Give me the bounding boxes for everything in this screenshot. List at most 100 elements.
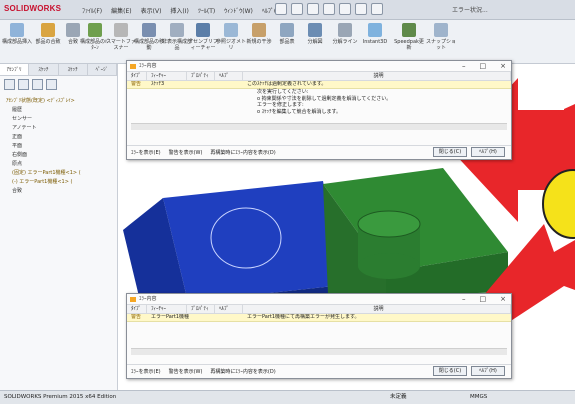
window-controls: – □ ×	[462, 294, 506, 305]
col-feature[interactable]: ﾌｨｰﾁｬｰ	[147, 72, 187, 80]
error-dialog-top: ｴﾗｰ内容 – □ × ﾀｲﾌﾟ ﾌｨｰﾁｬｰ ﾌﾟﾛﾊﾟﾃｨ ﾍﾙﾌﾟ 説明 …	[126, 60, 512, 160]
tree-item-top-plane[interactable]: 平面	[0, 142, 117, 151]
col-feature[interactable]: ﾌｨｰﾁｬｰ	[147, 305, 187, 313]
show-errors-checkbox[interactable]: ｴﾗｰを表示(E)	[131, 365, 161, 378]
tree-item-annotations[interactable]: アノテート	[0, 124, 117, 133]
save-icon[interactable]	[307, 3, 319, 15]
menu-window[interactable]: ｳｨﾝﾄﾞｳ(W)	[224, 6, 253, 15]
ribbon-label: 分解図	[307, 39, 323, 45]
bom-icon	[280, 23, 294, 37]
blue-block-top[interactable]	[163, 181, 343, 302]
menu-insert[interactable]: 挿入(I)	[170, 6, 188, 15]
reference-geometry-button[interactable]: 参照ジオメトリ	[216, 23, 246, 51]
tree-item-sensors[interactable]: センサー	[0, 115, 117, 124]
assembly-feature-button[interactable]: アセンブリフィーチャー	[188, 23, 218, 51]
col-description[interactable]: 説明	[243, 72, 511, 80]
error-row[interactable]: 警告 エラーPart1機種 エラーPart1機種にて再構築エラーが発生します。	[127, 314, 511, 322]
component-pattern-icon	[88, 23, 102, 37]
cylinder-boss-base	[358, 253, 420, 279]
col-description[interactable]: 説明	[243, 305, 511, 313]
maximize-icon[interactable]: □	[480, 61, 487, 72]
snapshot-button[interactable]: スナップショット	[426, 23, 456, 51]
display-manager-icon[interactable]	[46, 79, 57, 90]
show-errors-checkbox[interactable]: ｴﾗｰを表示(E)	[131, 146, 161, 159]
feature-manager-icon[interactable]	[4, 79, 15, 90]
ribbon-label: 合致	[67, 39, 78, 45]
open-icon[interactable]	[291, 3, 303, 15]
close-icon[interactable]: ×	[500, 294, 506, 305]
close-button[interactable]: 閉じる(C)	[433, 366, 467, 376]
minimize-icon[interactable]: –	[462, 61, 466, 72]
search-box[interactable]: エラー状況...	[452, 5, 488, 14]
quick-access-toolbar	[275, 3, 383, 15]
speedpak-button[interactable]: Speedpak更新	[394, 23, 424, 51]
insert-component-icon	[10, 23, 24, 37]
new-icon[interactable]	[275, 3, 287, 15]
tab-sketch-2[interactable]: ｽｹｯﾁ	[59, 64, 88, 75]
tree-item-origin[interactable]: 原点	[0, 160, 117, 169]
tree-item-part-fixed[interactable]: (固定) エラーPart1機種<1> (	[0, 169, 117, 178]
col-type[interactable]: ﾀｲﾌﾟ	[127, 305, 147, 313]
bom-button[interactable]: 部品表	[272, 23, 302, 45]
tree-item-right-plane[interactable]: 右側面	[0, 151, 117, 160]
explode-line-icon	[338, 23, 352, 37]
tab-assembly[interactable]: ｱｾﾝﾌﾞﾘ	[0, 64, 30, 75]
close-icon[interactable]: ×	[500, 61, 506, 72]
show-warnings-checkbox[interactable]: 警告を表示(W)	[169, 365, 203, 378]
error-row[interactable]: 警告 ｽｹｯﾁ3 このｽｹｯﾁは過剰定義されています。	[127, 81, 511, 89]
minimize-icon[interactable]: –	[462, 294, 466, 305]
ribbon-label: 部品の合致	[35, 39, 61, 45]
move-component-button[interactable]: 構成部品の移動	[134, 23, 164, 51]
instant3d-icon	[368, 23, 382, 37]
menu-tools[interactable]: ﾂｰﾙ(T)	[198, 6, 215, 15]
horizontal-scrollbar[interactable]	[131, 123, 507, 130]
warning-icon	[130, 297, 136, 302]
cylinder-boss-top[interactable]	[357, 210, 421, 238]
status-edition: SOLIDWORKS Premium 2015 x64 Edition	[4, 394, 117, 400]
exploded-view-button[interactable]: 分解図	[300, 23, 330, 45]
col-type[interactable]: ﾀｲﾌﾟ	[127, 72, 147, 80]
instant3d-button[interactable]: Instant3D	[360, 23, 390, 45]
menu-edit[interactable]: 編集(E)	[111, 6, 131, 15]
smart-fastener-icon	[114, 23, 128, 37]
show-warnings-checkbox[interactable]: 警告を表示(W)	[169, 146, 203, 159]
maximize-icon[interactable]: □	[480, 294, 487, 305]
col-property[interactable]: ﾌﾟﾛﾊﾟﾃｨ	[187, 72, 215, 80]
menu-file[interactable]: ﾌｧｲﾙ(F)	[82, 6, 102, 15]
horizontal-scrollbar[interactable]	[131, 348, 507, 355]
dialog-column-header: ﾀｲﾌﾟ ﾌｨｰﾁｬｰ ﾌﾟﾛﾊﾟﾃｨ ﾍﾙﾌﾟ 説明	[127, 305, 511, 314]
dialog-title-bar: ｴﾗｰ内容 – □ ×	[127, 294, 511, 305]
config-manager-icon[interactable]	[32, 79, 43, 90]
help-button[interactable]: ﾍﾙﾌﾟ(H)	[471, 366, 505, 376]
smart-fastener-button[interactable]: スマートファスナー	[106, 23, 136, 51]
tab-sketch[interactable]: ｽｹｯﾁ	[29, 64, 59, 75]
close-button[interactable]: 閉じる(C)	[433, 147, 467, 157]
tree-item-history[interactable]: 履歴	[0, 106, 117, 115]
rebuild-icon[interactable]	[355, 3, 367, 15]
menu-view[interactable]: 表示(V)	[141, 6, 162, 15]
show-on-rebuild-checkbox[interactable]: 再構築時にｴﾗｰ内容を表示(D)	[210, 146, 275, 159]
col-property[interactable]: ﾌﾟﾛﾊﾟﾃｨ	[187, 305, 215, 313]
tree-item-assembly[interactable]: ｱｾﾝﾌﾞﾘ状態(既定) <ﾃﾞｨｽﾌﾟﾚｲ>	[0, 97, 117, 106]
tree-item-part-float[interactable]: (-) エラーPart1機種<1> (	[0, 178, 117, 187]
description-detail: 次を実行してください: o 拘束関係や寸法を削除して過剰定義を解消してください。…	[127, 89, 511, 115]
print-icon[interactable]	[323, 3, 335, 15]
property-manager-icon[interactable]	[18, 79, 29, 90]
explode-line-button[interactable]: 分解ライン	[330, 23, 360, 45]
command-ribbon: 構成部品挿入 部品の合致 合致 構成部品のﾊﾟﾀｰﾝ スマートファスナー 構成部…	[0, 20, 575, 64]
row-feature: ｽｹｯﾁ3	[151, 81, 165, 87]
mate2-icon	[66, 23, 80, 37]
insert-component-button[interactable]: 構成部品挿入	[2, 23, 32, 45]
tab-page[interactable]: ﾍﾟｰｼﾞ	[88, 64, 117, 75]
options-icon[interactable]	[371, 3, 383, 15]
undo-icon[interactable]	[339, 3, 351, 15]
tree-item-mates[interactable]: 合致	[0, 187, 117, 196]
col-help[interactable]: ﾍﾙﾌﾟ	[215, 72, 243, 80]
help-button[interactable]: ﾍﾙﾌﾟ(H)	[471, 147, 505, 157]
status-units[interactable]: MMGS	[470, 391, 487, 404]
show-on-rebuild-checkbox[interactable]: 再構築時にｴﾗｰ内容を表示(D)	[210, 365, 275, 378]
tree-item-front-plane[interactable]: 正面	[0, 133, 117, 142]
dialog-column-header: ﾀｲﾌﾟ ﾌｨｰﾁｬｰ ﾌﾟﾛﾊﾟﾃｨ ﾍﾙﾌﾟ 説明	[127, 72, 511, 81]
interference-button[interactable]: 新規の干渉	[244, 23, 274, 45]
col-help[interactable]: ﾍﾙﾌﾟ	[215, 305, 243, 313]
